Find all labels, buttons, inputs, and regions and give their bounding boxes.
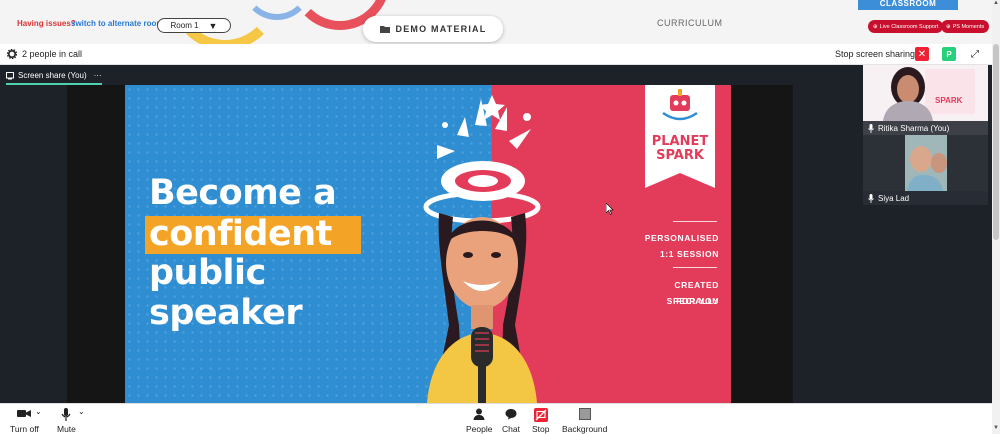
girl-with-microphone-illustration [423, 95, 541, 403]
participant-label: Ritika Sharma (You) [863, 121, 988, 135]
people-button[interactable]: People [466, 408, 492, 434]
participant-name: Ritika Sharma (You) [878, 123, 950, 133]
headline-line-1: Become a [149, 173, 337, 213]
alternate-room-link[interactable]: switch to alternate room [71, 19, 163, 28]
participant-badge[interactable]: P [942, 47, 956, 61]
participant-video-siya [905, 135, 947, 191]
live-classroom-support-button[interactable]: ⊕ Live Classroom Support [868, 20, 944, 33]
slide-session: 1:1 SESSION [659, 249, 719, 259]
curriculum-tab[interactable]: CURRICULUM [657, 18, 723, 28]
headline-line-2: confident [149, 214, 332, 254]
screen-share-tab-label: Screen share (You) [18, 71, 87, 80]
scrollbar-thumb[interactable] [993, 44, 999, 240]
brand-wordmark: PLANET SPARK [645, 135, 715, 163]
slide-personalised: PERSONALISED [644, 233, 719, 243]
brand-top: PLANET [651, 134, 709, 149]
video-camera-icon [17, 410, 32, 417]
screen-share-icon [6, 71, 14, 79]
close-icon: ✕ [917, 48, 927, 60]
demo-material-label: DEMO MATERIAL [395, 24, 487, 34]
participant-label: Siya Lad [863, 191, 988, 205]
chevron-down-icon[interactable]: ⌄ [78, 407, 85, 416]
slide-for-you: FOR YOU [676, 296, 719, 306]
mute-label: Mute [57, 424, 76, 434]
shared-slide: Become a confident public speaker PLANET… [125, 85, 731, 403]
people-in-call-count: 2 people in call [22, 49, 83, 59]
more-options-icon[interactable]: ··· [94, 71, 102, 80]
mic-icon [61, 408, 71, 421]
scroll-up-arrow[interactable]: ▲ [993, 0, 999, 6]
chat-icon [505, 409, 517, 420]
participant-tiles: SPARK Ritika Sharma (You) Siya Lad [863, 65, 988, 206]
gear-icon[interactable] [7, 49, 17, 59]
demo-material-button[interactable]: DEMO MATERIAL [363, 16, 503, 42]
stage-side-panel-left [67, 85, 125, 403]
stop-sharing-close-button[interactable]: ✕ [915, 47, 929, 61]
ps-moments-label: PS Moments [952, 23, 985, 30]
scroll-down-arrow[interactable]: ▼ [993, 425, 999, 431]
stage-side-panel-right [731, 85, 793, 403]
mute-button[interactable]: Mute [57, 408, 76, 434]
background-icon [578, 408, 591, 420]
participant-tile[interactable]: Siya Lad [863, 135, 988, 205]
caret-down-icon: ▼ [208, 20, 218, 31]
issues-label: Having issues? [17, 19, 76, 28]
people-label: People [466, 424, 493, 434]
chevron-down-icon[interactable]: ⌄ [35, 407, 42, 416]
divider-line [673, 221, 717, 222]
plus-icon: ⊕ [873, 23, 878, 30]
people-icon [473, 408, 485, 420]
mic-icon [868, 193, 874, 203]
svg-text:SPARK: SPARK [935, 96, 963, 105]
background-button[interactable]: Background [562, 408, 607, 434]
mouse-cursor-icon [606, 203, 614, 215]
participant-tile[interactable]: SPARK Ritika Sharma (You) [863, 65, 988, 135]
headline-line-4: speaker [149, 293, 303, 333]
stop-share-button[interactable]: Stop [532, 408, 550, 434]
stop-share-label: Stop [532, 424, 550, 434]
participant-video-ritika: SPARK [883, 67, 975, 121]
participant-name: Siya Lad [878, 193, 910, 203]
call-bar: 2 people in call Stop screen sharing ✕ P… [0, 44, 992, 65]
stop-share-icon [533, 408, 548, 422]
stop-screen-sharing-label: Stop screen sharing [835, 49, 916, 59]
top-bar: Having issues? switch to alternate room … [0, 0, 1000, 44]
chat-label: Chat [502, 424, 520, 434]
call-stage: Screen share (You) ··· Become a confiden… [0, 65, 992, 403]
room-select-value: Room 1 [170, 21, 199, 30]
ps-moments-button[interactable]: ⊕ PS Moments [941, 20, 990, 33]
headline-line-3: public [149, 253, 266, 293]
chat-button[interactable]: Chat [502, 408, 520, 434]
expand-icon[interactable]: ⤢ [968, 47, 982, 61]
video-toggle-label: Turn off [10, 424, 39, 434]
page-scrollbar[interactable]: ▲ ▼ [992, 0, 1000, 434]
plus-icon: ⊕ [946, 23, 951, 30]
background-label: Background [562, 424, 608, 434]
divider-line [673, 267, 717, 268]
folder-icon [379, 26, 390, 33]
live-support-label: Live Classroom Support [879, 23, 939, 30]
screen-share-tab[interactable]: Screen share (You) ··· [6, 68, 102, 85]
room-select[interactable]: Room 1 ▼ [157, 18, 231, 33]
bottom-toolbar: Turn off ⌄ Mute ⌄ People Chat Stop Backg… [0, 403, 992, 434]
mic-icon [868, 123, 874, 133]
classroom-tag: CLASSROOM [858, 0, 958, 10]
brand-bottom: SPARK [656, 148, 704, 163]
